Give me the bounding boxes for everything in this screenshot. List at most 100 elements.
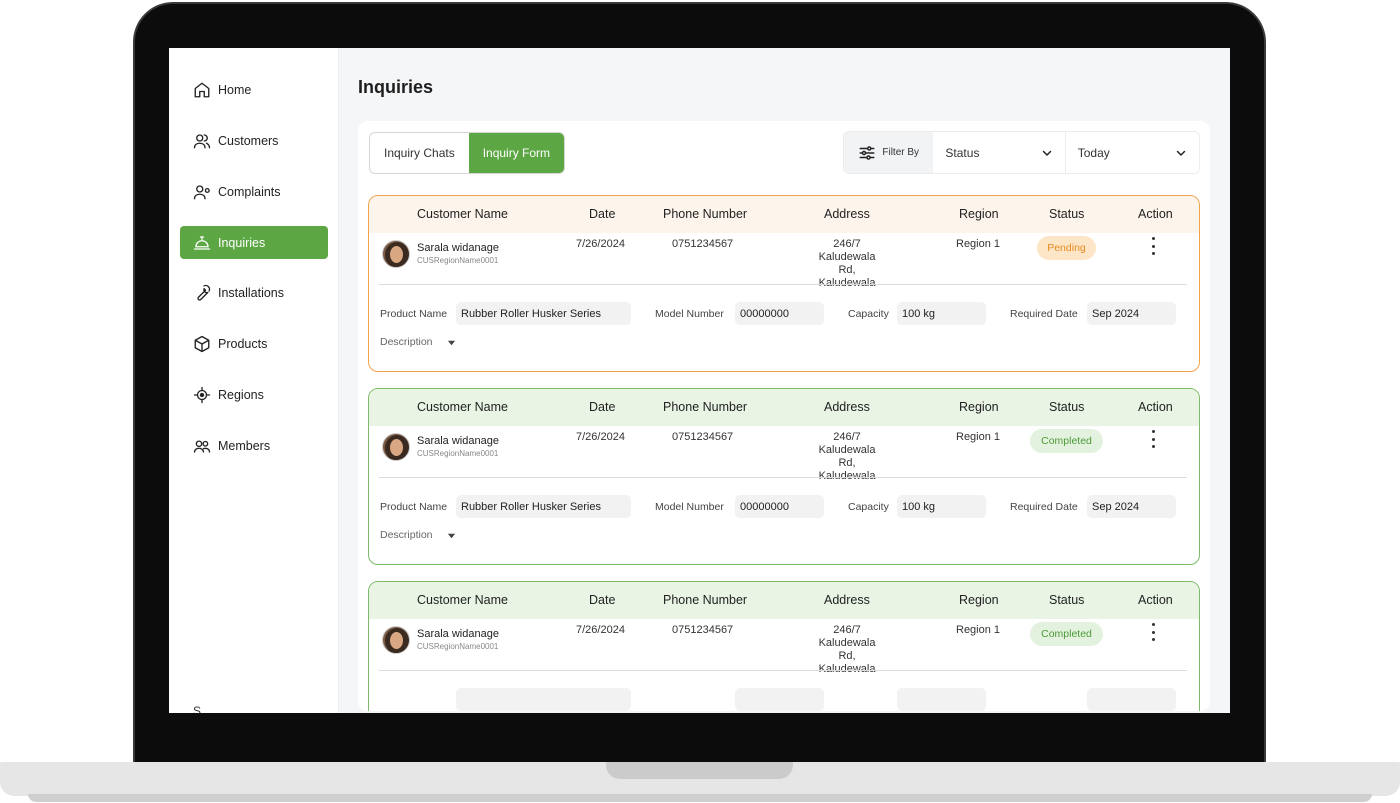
product-name-field[interactable]: Rubber Roller Husker Series (456, 495, 631, 518)
column-header-action: Action (1138, 207, 1173, 221)
model-number-field[interactable] (735, 688, 824, 711)
tab-inquiry-form[interactable]: Inquiry Form (468, 133, 565, 173)
column-header-address: Address (824, 207, 870, 221)
user-alert-icon (193, 183, 211, 201)
required-date-label: Required Date (1010, 308, 1078, 320)
description-toggle[interactable]: Description (380, 336, 456, 348)
status-badge: Pending (1037, 236, 1096, 260)
phone-number: 0751234567 (672, 238, 734, 250)
status-badge: Completed (1030, 622, 1103, 646)
column-header-status: Status (1049, 400, 1085, 414)
address: 246/7 Kaludewala Rd, Kaludewala (809, 238, 885, 290)
date-select[interactable]: Today (1065, 132, 1199, 173)
location-target-icon (193, 386, 211, 404)
column-header-status: Status (1049, 207, 1085, 221)
wrench-icon (193, 284, 211, 302)
card-header: Customer Name Date Phone Number Address … (369, 196, 1199, 233)
status-select-value: Status (945, 145, 980, 160)
status-badge: Completed (1030, 429, 1103, 453)
phone-number: 0751234567 (672, 624, 734, 636)
column-header-phone: Phone Number (663, 207, 748, 221)
sidebar: Home Customers Complaints Inquiries Inst… (169, 48, 339, 713)
status-select[interactable]: Status (933, 132, 1066, 173)
region: Region 1 (956, 431, 1001, 443)
inquiry-date: 7/26/2024 (576, 431, 625, 443)
required-date-field[interactable]: Sep 2024 (1087, 302, 1176, 325)
sidebar-item-label: Customers (218, 133, 279, 148)
region: Region 1 (956, 238, 1001, 250)
sidebar-item-installations[interactable]: Installations (180, 276, 328, 309)
column-header-status: Status (1049, 593, 1085, 607)
sidebar-item-regions[interactable]: Regions (180, 378, 328, 411)
chevron-down-icon (1176, 150, 1186, 156)
address-line-2: Kaludewala Rd, (818, 444, 876, 469)
column-header-date: Date (589, 207, 616, 221)
product-name-field[interactable]: Rubber Roller Husker Series (456, 302, 631, 325)
region: Region 1 (956, 624, 1001, 636)
sidebar-item-members[interactable]: Members (180, 429, 328, 462)
sidebar-item-products[interactable]: Products (180, 327, 328, 360)
product-name-label: Product Name (380, 501, 448, 513)
address-line-2: Kaludewala Rd, (818, 251, 876, 276)
address: 246/7 Kaludewala Rd, Kaludewala (809, 431, 885, 483)
caret-down-icon (447, 340, 455, 345)
sidebar-item-customers[interactable]: Customers (180, 124, 328, 157)
description-label: Description (380, 336, 433, 348)
sliders-icon (859, 145, 875, 160)
inquiry-card: Customer Name Date Phone Number Address … (368, 195, 1200, 372)
sidebar-item-complaints[interactable]: Complaints (180, 175, 328, 208)
more-actions-icon[interactable] (1147, 623, 1159, 641)
card-header: Customer Name Date Phone Number Address … (369, 582, 1199, 619)
more-actions-icon[interactable] (1147, 430, 1159, 448)
column-header-customer: Customer Name (417, 400, 508, 414)
required-date-field[interactable]: Sep 2024 (1087, 495, 1176, 518)
tab-group: Inquiry Chats Inquiry Form (369, 132, 566, 174)
home-icon (193, 81, 211, 99)
sidebar-item-home[interactable]: Home (180, 73, 328, 106)
column-header-region: Region (959, 207, 999, 221)
model-number-field[interactable]: 00000000 (735, 495, 824, 518)
sidebar-footer-item[interactable]: S (193, 704, 201, 713)
main-content: Inquiries Inquiry Chats Inquiry Form Fil… (339, 48, 1230, 713)
avatar (382, 240, 410, 268)
date-select-value: Today (1077, 145, 1110, 160)
sidebar-item-inquiries[interactable]: Inquiries (180, 226, 328, 259)
column-header-date: Date (589, 593, 616, 607)
required-date-field[interactable] (1087, 688, 1176, 711)
column-header-customer: Customer Name (417, 207, 508, 221)
app-screen: Home Customers Complaints Inquiries Inst… (169, 48, 1230, 713)
address: 246/7 Kaludewala Rd, Kaludewala (809, 624, 885, 676)
address-line-2: Kaludewala Rd, (818, 637, 876, 662)
members-icon (193, 437, 211, 455)
column-header-action: Action (1138, 400, 1173, 414)
inquiry-date: 7/26/2024 (576, 624, 625, 636)
divider (379, 284, 1187, 285)
filter-by-button[interactable]: Filter By (844, 132, 934, 173)
laptop-mockup: Home Customers Complaints Inquiries Inst… (0, 0, 1400, 803)
sidebar-item-label: Home (218, 82, 252, 97)
tab-inquiry-chats[interactable]: Inquiry Chats (370, 133, 469, 173)
sidebar-item-label: Installations (218, 285, 285, 300)
description-toggle[interactable]: Description (380, 529, 456, 541)
required-date-label: Required Date (1010, 501, 1078, 513)
customer-name: Sarala widanage (417, 242, 499, 254)
divider (379, 670, 1187, 671)
sidebar-item-label: Members (218, 438, 271, 453)
avatar (382, 626, 410, 654)
model-number-label: Model Number (655, 308, 724, 320)
filter-by-label: Filter By (882, 147, 920, 158)
more-actions-icon[interactable] (1147, 237, 1159, 255)
column-header-region: Region (959, 593, 999, 607)
service-bell-icon (193, 234, 211, 252)
model-number-field[interactable]: 00000000 (735, 302, 824, 325)
phone-number: 0751234567 (672, 431, 734, 443)
capacity-field[interactable]: 100 kg (897, 302, 986, 325)
product-name-field[interactable] (456, 688, 631, 711)
capacity-label: Capacity (848, 501, 889, 513)
divider (379, 477, 1187, 478)
inquiries-panel: Inquiry Chats Inquiry Form Filter By Sta… (358, 121, 1210, 711)
capacity-field[interactable]: 100 kg (897, 495, 986, 518)
model-number-label: Model Number (655, 501, 724, 513)
inquiry-card: Customer Name Date Phone Number Address … (368, 388, 1200, 565)
capacity-field[interactable] (897, 688, 986, 711)
